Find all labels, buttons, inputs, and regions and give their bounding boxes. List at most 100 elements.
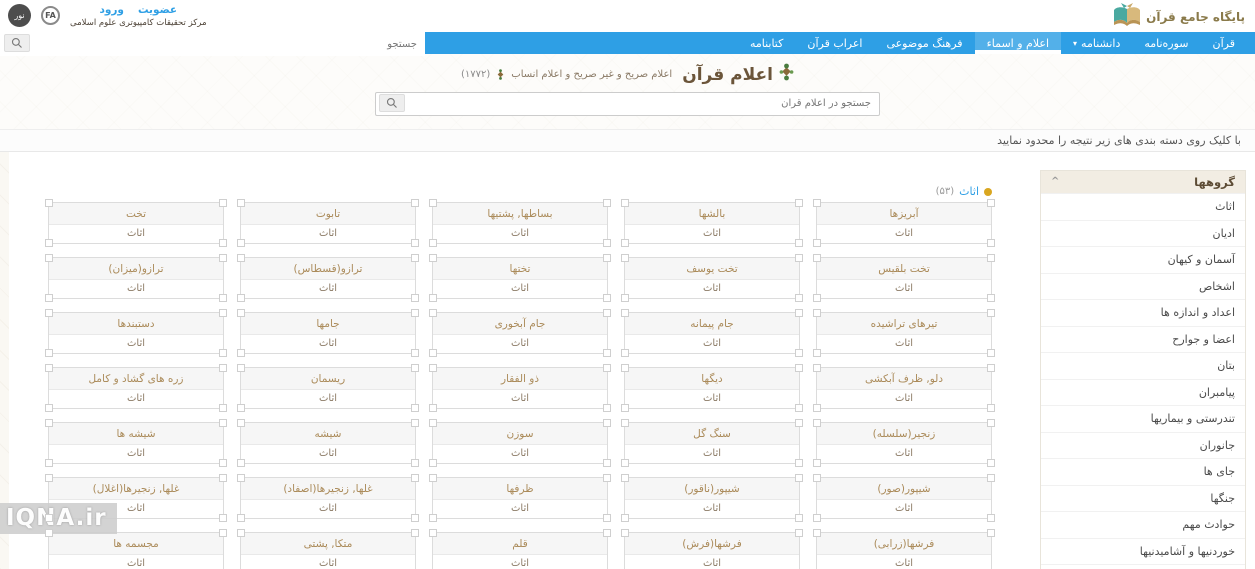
entry-card[interactable]: دیگها اثاث bbox=[621, 364, 803, 409]
entry-card[interactable]: سنگ گل اثاث bbox=[621, 419, 803, 464]
entry-title: مجسمه ها bbox=[49, 533, 223, 555]
entry-title: فرشها(فرش) bbox=[625, 533, 799, 555]
entry-card[interactable]: متکا, پشتی اثاث bbox=[237, 529, 419, 569]
entry-title: بالشها bbox=[625, 203, 799, 225]
top-bar: پایگاه جامع قرآن نور FA ورود عضویت مرکز … bbox=[0, 0, 1255, 32]
entry-title: قلم bbox=[433, 533, 607, 555]
entry-card[interactable]: فرشها(زرابی) اثاث bbox=[813, 529, 995, 569]
noor-logo-badge[interactable]: نور bbox=[8, 4, 31, 27]
entry-card[interactable]: شیپور(صور) اثاث bbox=[813, 474, 995, 519]
entry-card[interactable]: بالشها اثاث bbox=[621, 199, 803, 244]
entry-title: شیپور(صور) bbox=[817, 478, 991, 500]
search-button[interactable] bbox=[4, 34, 30, 52]
entry-card[interactable]: تیرهای تراشیده اثاث bbox=[813, 309, 995, 354]
entry-card[interactable]: ترازو(میزان) اثاث bbox=[45, 254, 227, 299]
entry-title: ظرفها bbox=[433, 478, 607, 500]
nav-item[interactable]: سوره‌نامه ▾ bbox=[1132, 32, 1200, 54]
nav-item[interactable]: قرآن ▾ bbox=[1201, 32, 1247, 54]
language-switcher[interactable]: FA bbox=[41, 6, 60, 25]
entry-title: غلها, زنجیرها(اصفاد) bbox=[241, 478, 415, 500]
entry-card[interactable]: شیپور(ناقور) اثاث bbox=[621, 474, 803, 519]
group-item[interactable]: جای ها bbox=[1041, 458, 1245, 485]
collapse-caret-icon: ^ bbox=[1051, 176, 1060, 187]
entry-card[interactable]: تخت بلقیس اثاث bbox=[813, 254, 995, 299]
entry-card[interactable]: شیشه اثاث bbox=[237, 419, 419, 464]
entry-card[interactable]: مجسمه ها اثاث bbox=[45, 529, 227, 569]
entry-card[interactable]: غلها, زنجیرها(اصفاد) اثاث bbox=[237, 474, 419, 519]
page-subtitle: اعلام صریح و غیر صریح و اعلام انساب bbox=[511, 69, 673, 80]
sidebar-header[interactable]: گروهها ^ bbox=[1041, 171, 1245, 193]
entry-card[interactable]: جام پیمانه اثاث bbox=[621, 309, 803, 354]
entry-category: اثاث bbox=[625, 555, 799, 569]
entry-card[interactable]: جامها اثاث bbox=[237, 309, 419, 354]
entry-card[interactable]: دستبندها اثاث bbox=[45, 309, 227, 354]
group-item[interactable]: آسمان و کیهان bbox=[1041, 246, 1245, 273]
entry-card[interactable]: تخت یوسف اثاث bbox=[621, 254, 803, 299]
group-item[interactable]: اثاث bbox=[1041, 193, 1245, 220]
active-filter-chip: اثاث (۵۳) bbox=[936, 185, 992, 198]
group-item[interactable]: خوردنیها و آشامیدنیها bbox=[1041, 537, 1245, 564]
alam-search-button[interactable] bbox=[379, 94, 405, 112]
entry-card[interactable]: ظرفها اثاث bbox=[429, 474, 611, 519]
entry-category: اثاث bbox=[241, 280, 415, 298]
entry-card[interactable]: زره های گشاد و کامل اثاث bbox=[45, 364, 227, 409]
login-link[interactable]: ورود bbox=[99, 4, 124, 16]
entry-category: اثاث bbox=[433, 500, 607, 518]
group-item[interactable]: اعضا و جوارح bbox=[1041, 325, 1245, 352]
nav-item-label: دانشنامه bbox=[1081, 36, 1121, 50]
entry-title: شیشه ها bbox=[49, 423, 223, 445]
entry-title: تخت بلقیس bbox=[817, 258, 991, 280]
active-filter-label[interactable]: اثاث bbox=[959, 185, 979, 198]
entry-category: اثاث bbox=[625, 390, 799, 408]
entry-title: زنجیر(سلسله) bbox=[817, 423, 991, 445]
entry-card[interactable]: ریسمان اثاث bbox=[237, 364, 419, 409]
group-item[interactable]: اشخاص bbox=[1041, 272, 1245, 299]
nav-item[interactable]: دانشنامه ▾ bbox=[1061, 32, 1132, 54]
entry-card[interactable]: سوزن اثاث bbox=[429, 419, 611, 464]
entry-card[interactable]: آبریزها اثاث bbox=[813, 199, 995, 244]
site-logo[interactable]: پایگاه جامع قرآن bbox=[1112, 2, 1245, 32]
entry-card[interactable]: بساطها, پشتیها اثاث bbox=[429, 199, 611, 244]
group-item[interactable]: ادیان bbox=[1041, 219, 1245, 246]
group-item[interactable]: اعداد و اندازه ها bbox=[1041, 299, 1245, 326]
group-item[interactable]: حوادث مهم bbox=[1041, 511, 1245, 538]
entry-card[interactable]: شیشه ها اثاث bbox=[45, 419, 227, 464]
global-search-input[interactable] bbox=[0, 33, 425, 56]
entry-category: اثاث bbox=[817, 445, 991, 463]
entry-card[interactable]: تختها اثاث bbox=[429, 254, 611, 299]
entry-title: زره های گشاد و کامل bbox=[49, 368, 223, 390]
entry-title: تختها bbox=[433, 258, 607, 280]
entry-category: اثاث bbox=[241, 335, 415, 353]
active-filter-count: (۵۳) bbox=[935, 186, 955, 197]
group-item[interactable]: جانوران bbox=[1041, 431, 1245, 458]
group-item[interactable]: جنگها bbox=[1041, 484, 1245, 511]
entry-title: دلو, ظرف آبکشی bbox=[817, 368, 991, 390]
register-link[interactable]: عضویت bbox=[138, 4, 177, 16]
nav-item[interactable]: اعراب قرآن ▾ bbox=[795, 32, 874, 54]
group-item[interactable]: بتان bbox=[1041, 352, 1245, 379]
page-header: اعلام قرآن اعلام صریح و غیر صریح و اعلام… bbox=[0, 54, 1255, 130]
group-item[interactable]: تندرستی و بیماریها bbox=[1041, 405, 1245, 432]
entry-card[interactable]: جام آبخوری اثاث bbox=[429, 309, 611, 354]
site-logo-text: پایگاه جامع قرآن bbox=[1146, 10, 1245, 24]
entry-category: اثاث bbox=[49, 280, 223, 298]
entry-card[interactable]: ذو الفقار اثاث bbox=[429, 364, 611, 409]
entry-category: اثاث bbox=[817, 280, 991, 298]
nav-item[interactable]: اعلام و اسماء ▾ bbox=[974, 32, 1062, 54]
entry-category: اثاث bbox=[433, 225, 607, 243]
entry-card[interactable]: ترازو(قسطاس) اثاث bbox=[237, 254, 419, 299]
entry-card[interactable]: دلو, ظرف آبکشی اثاث bbox=[813, 364, 995, 409]
entry-card[interactable]: تابوت اثاث bbox=[237, 199, 419, 244]
entry-title: غلها, زنجیرها(اغلال) bbox=[49, 478, 223, 500]
group-item[interactable]: پیامبران bbox=[1041, 378, 1245, 405]
nav-item[interactable]: کتابنامه ▾ bbox=[738, 32, 795, 54]
nav-item[interactable]: فرهنگ موضوعی ▾ bbox=[874, 32, 974, 54]
ornament-icon bbox=[779, 63, 794, 86]
entry-card[interactable]: فرشها(فرش) اثاث bbox=[621, 529, 803, 569]
alam-search-input[interactable] bbox=[375, 91, 880, 116]
entry-title: سوزن bbox=[433, 423, 607, 445]
entry-card[interactable]: قلم اثاث bbox=[429, 529, 611, 569]
entry-card[interactable]: زنجیر(سلسله) اثاث bbox=[813, 419, 995, 464]
entry-card[interactable]: تخت اثاث bbox=[45, 199, 227, 244]
entry-category: اثاث bbox=[817, 500, 991, 518]
